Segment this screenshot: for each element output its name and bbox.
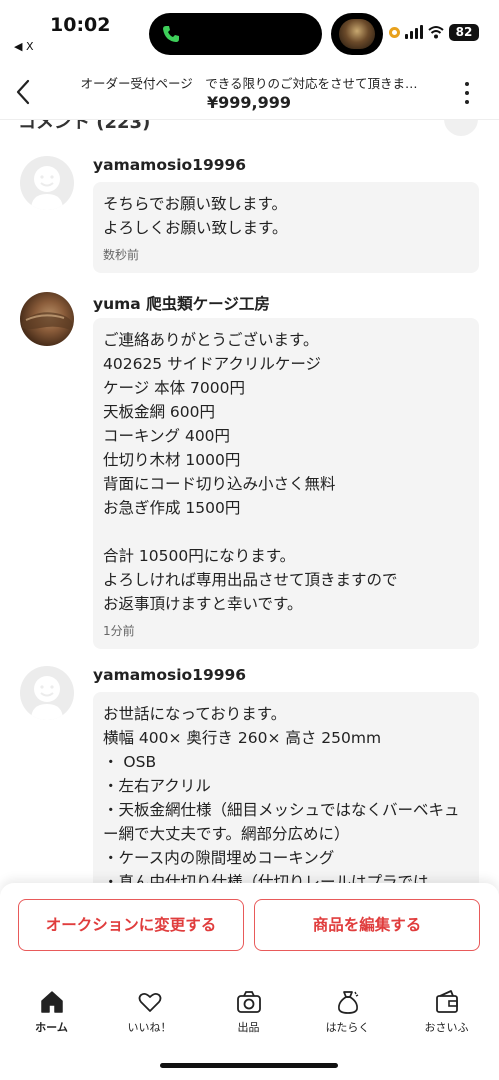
avatar[interactable] [20,292,74,346]
tab-label: おさいふ [424,1021,469,1034]
heart-icon [138,992,161,1012]
avatar[interactable] [20,666,74,720]
seller-actions: オークションに変更する 商品を編集する [0,883,499,983]
tab-label: いいね！ [127,1021,172,1034]
status-bar: 10:02 ◀ X 82 [0,0,499,62]
tab-wallet[interactable]: おさいふ [397,989,496,1035]
comment-bubble: そちらでお願い致します。 よろしくお願い致します。 数秒前 [93,182,479,273]
avatar[interactable] [20,156,74,210]
back-arrow-icon[interactable] [12,78,36,106]
camera-icon [236,991,261,1013]
comments-scroll-area[interactable]: コメント (223) yamamosio19996 そちらでお願い致します。 よ… [0,100,499,890]
comment-bubble: ご連絡ありがとうございます。 402625 サイドアクリルケージ ケージ 本体 … [93,318,479,649]
comment-username[interactable]: yuma 爬虫類ケージ工房 [93,292,270,314]
comment-text: お世話になっております。 横幅 400× 奥行き 260× 高さ 250mm ・… [103,705,460,890]
reptile-photo-avatar [22,312,74,332]
tab-label: ホーム [35,1021,68,1034]
comment-timestamp: 1分前 [103,624,135,638]
item-title: オーダー受付ページ できる限りのご対応をさせて頂きま… [80,76,418,91]
comment-text: ご連絡ありがとうございます。 402625 サイドアクリルケージ ケージ 本体 … [103,331,398,613]
status-time: 10:02 [50,14,111,36]
item-header: オーダー受付ページ できる限りのご対応をさせて頂きま… ¥999,999 [0,62,499,120]
mic-in-use-icon [389,26,400,38]
now-playing-thumbnail[interactable] [331,13,383,55]
comment-username[interactable]: yamamosio19996 [93,156,246,174]
home-icon [40,991,63,1013]
wallet-icon [435,990,458,1013]
comment-bubble: お世話になっております。 横幅 400× 奥行き 260× 高さ 250mm ・… [93,692,479,890]
tab-sell[interactable]: 出品 [199,989,298,1035]
default-avatar-icon [31,166,63,210]
tab-likes[interactable]: いいね！ [100,989,199,1035]
default-avatar-icon [31,676,63,720]
tab-label: はたらく [325,1021,370,1034]
change-to-auction-button[interactable]: オークションに変更する [18,899,244,951]
phone-call-icon [163,26,179,42]
tab-home[interactable]: ホーム [2,989,101,1035]
tab-work[interactable]: はたらく [298,989,397,1035]
tab-label: 出品 [237,1021,260,1034]
edit-item-button[interactable]: 商品を編集する [254,899,480,951]
home-indicator[interactable] [160,1063,338,1068]
item-price: ¥999,999 [206,93,291,112]
comment-text: そちらでお願い致します。 よろしくお願い致します。 [103,195,288,237]
dynamic-island[interactable] [149,13,322,55]
battery-indicator: 82 [449,23,479,41]
money-bag-icon [337,991,358,1014]
comment-username[interactable]: yamamosio19996 [93,666,246,684]
status-indicators: 82 [389,22,479,42]
back-to-app-link[interactable]: ◀ X [14,40,34,53]
more-options-icon[interactable] [458,82,476,104]
comment-timestamp: 数秒前 [103,248,140,262]
media-artwork [339,19,375,49]
wifi-icon [428,26,444,39]
signal-icon [405,25,423,39]
